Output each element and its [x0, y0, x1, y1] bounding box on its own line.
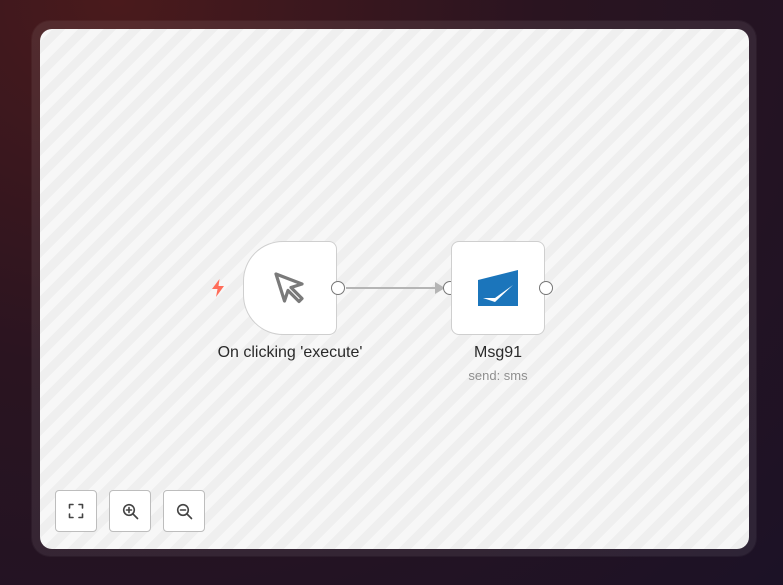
zoom-out-icon: [176, 503, 192, 519]
workflow-canvas[interactable]: On clicking 'execute' Msg91 send: sms: [40, 29, 749, 549]
msg91-node-label: Msg91: [473, 344, 523, 361]
cursor-arrow-icon: [274, 272, 304, 304]
trigger-bolt-icon: [212, 279, 224, 297]
fit-view-icon: [68, 503, 84, 519]
msg91-node[interactable]: [451, 241, 545, 335]
zoom-in-icon: [122, 503, 138, 519]
trigger-node-label: On clicking 'execute': [217, 344, 363, 361]
msg91-node-subtitle: send: sms: [468, 368, 528, 383]
zoom-in-button[interactable]: [109, 490, 151, 532]
trigger-node[interactable]: [243, 241, 337, 335]
connection-layer: [346, 282, 445, 294]
fit-view-button[interactable]: [55, 490, 97, 532]
msg91-logo-icon: [478, 270, 518, 306]
zoom-out-button[interactable]: [163, 490, 205, 532]
msg91-output-handle[interactable]: [539, 281, 553, 295]
trigger-output-handle[interactable]: [331, 281, 345, 295]
canvas-controls: [55, 490, 205, 532]
